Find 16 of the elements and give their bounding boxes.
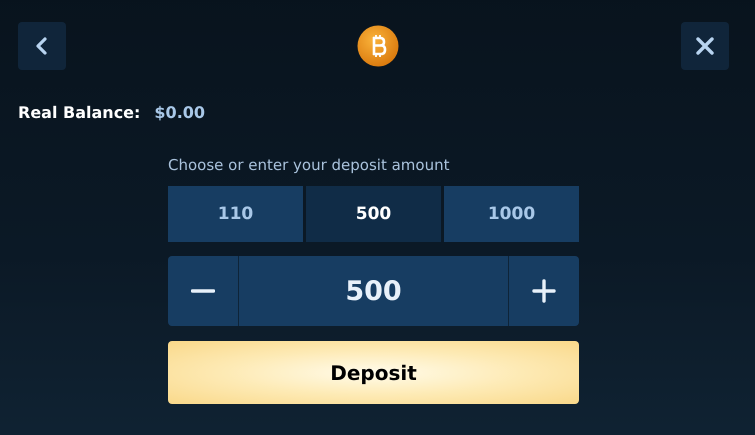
prompt-text: Choose or enter your deposit amount (168, 156, 450, 174)
close-icon (696, 37, 714, 55)
amount-option[interactable]: 500 (306, 186, 441, 242)
close-button[interactable] (681, 22, 729, 70)
amount-field[interactable]: 500 (238, 256, 509, 326)
minus-icon (191, 289, 215, 293)
increase-button[interactable] (509, 256, 579, 326)
back-button[interactable] (18, 22, 66, 70)
bitcoin-icon (356, 25, 398, 67)
balance-label: Real Balance: (18, 103, 140, 122)
balance-value: $0.00 (154, 103, 206, 122)
plus-icon (532, 279, 556, 303)
deposit-button[interactable]: Deposit (168, 341, 579, 404)
amount-option[interactable]: 110 (168, 186, 303, 242)
chevron-left-icon (35, 37, 49, 55)
amount-option[interactable]: 1000 (444, 186, 579, 242)
